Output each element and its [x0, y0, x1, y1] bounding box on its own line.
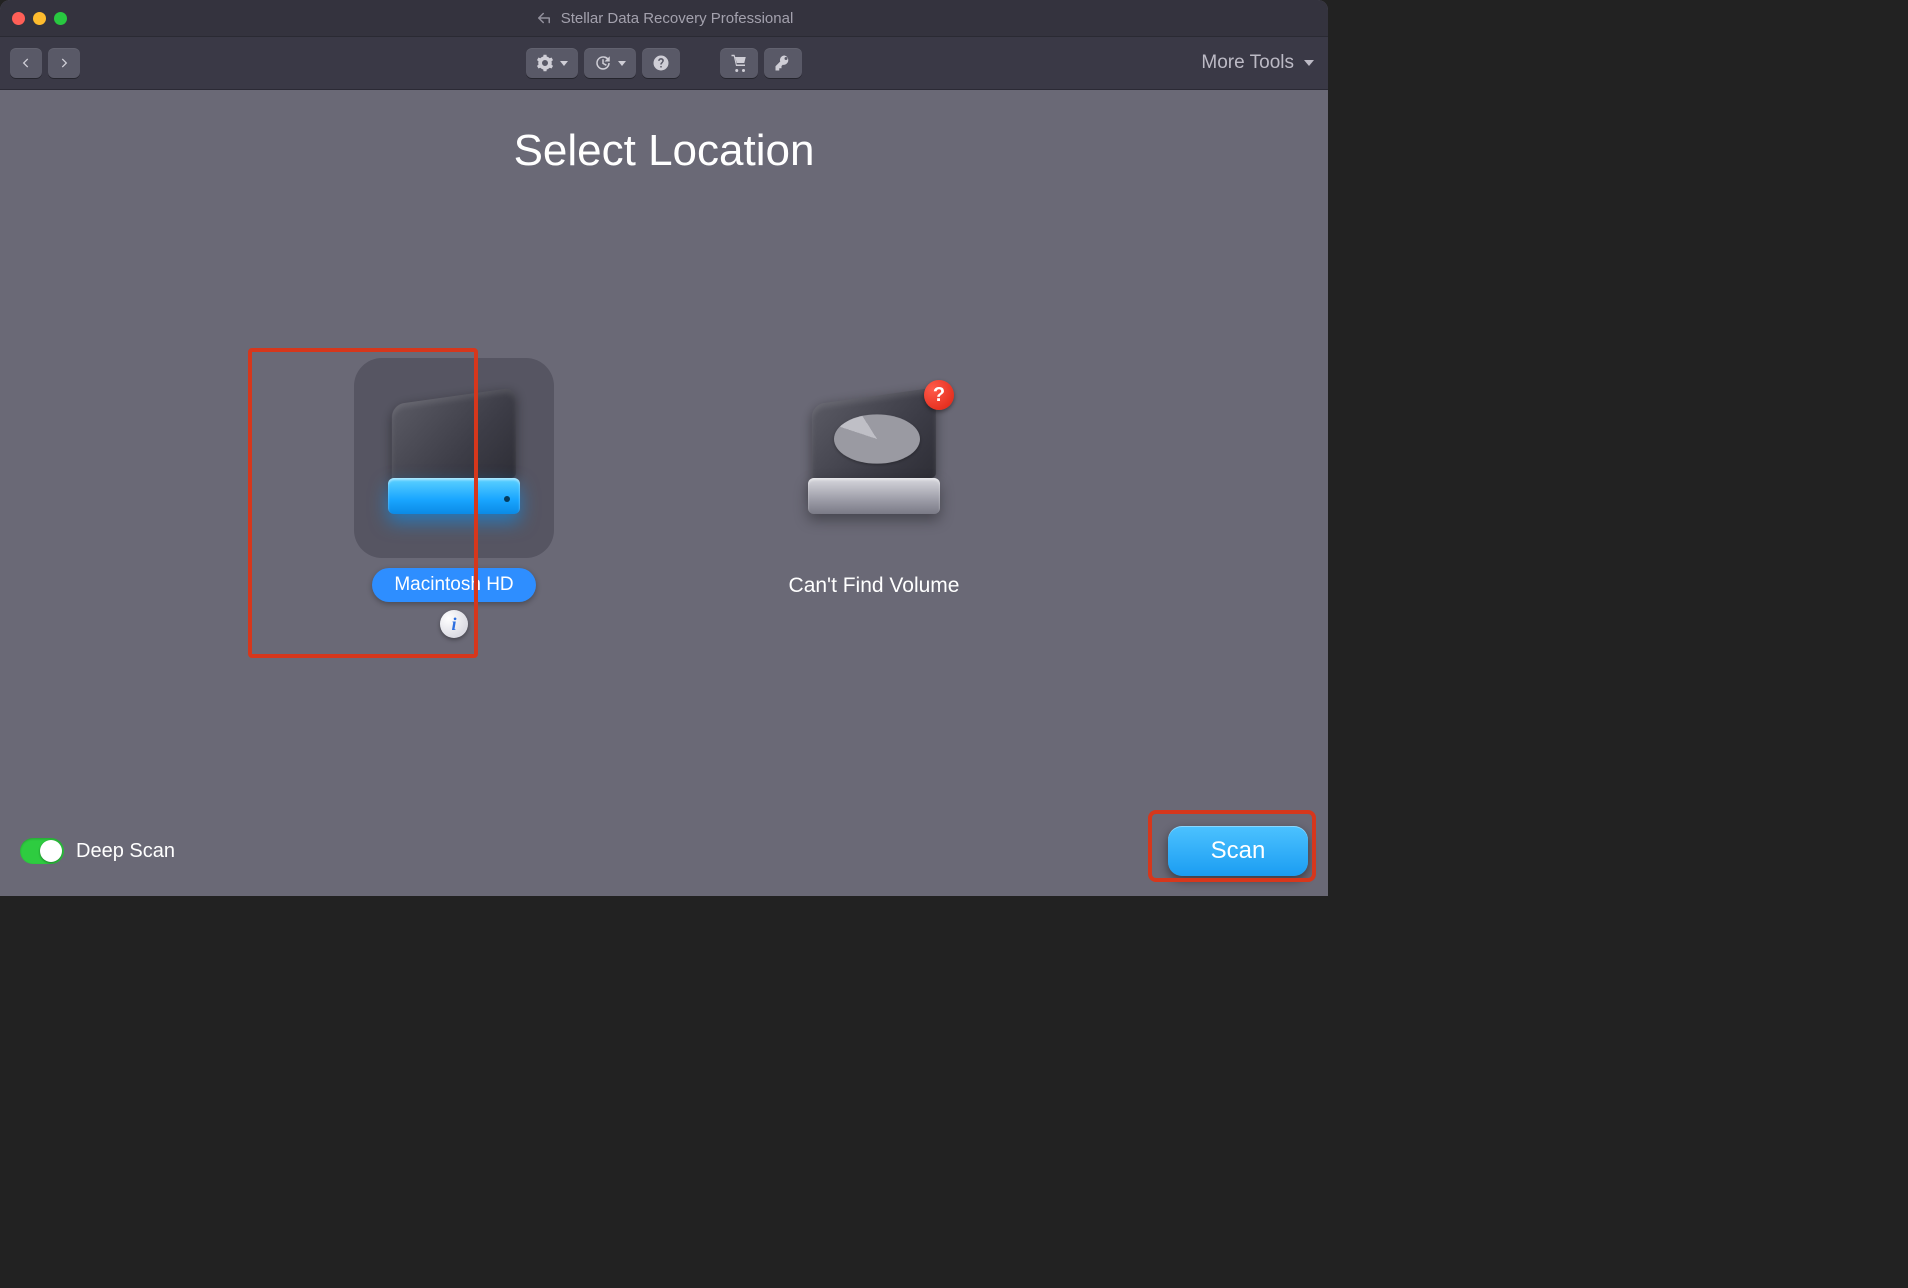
window-title: Stellar Data Recovery Professional — [0, 9, 1328, 27]
back-arrow-icon — [535, 9, 553, 27]
toolbar-right: More Tools — [1201, 52, 1314, 74]
cart-icon — [730, 54, 748, 72]
highlight-frame-drive — [248, 348, 478, 658]
question-badge-icon: ? — [924, 380, 954, 410]
dropdown-caret-icon — [618, 61, 626, 66]
close-window-button[interactable] — [12, 12, 25, 25]
history-icon — [594, 54, 612, 72]
settings-menu-button[interactable] — [526, 48, 578, 78]
window-title-text: Stellar Data Recovery Professional — [561, 10, 794, 27]
titlebar: Stellar Data Recovery Professional — [0, 0, 1328, 37]
dropdown-caret-icon — [560, 61, 568, 66]
toolbar-center — [526, 48, 802, 78]
drive-icon-box: ? — [774, 358, 974, 558]
activate-button[interactable] — [764, 48, 802, 78]
window-controls — [12, 12, 67, 25]
drive-cant-find-volume[interactable]: ? Can't Find Volume — [774, 358, 974, 638]
toggle-knob — [40, 840, 62, 862]
toolbar-group-settings — [526, 48, 680, 78]
help-icon — [652, 54, 670, 72]
unknown-drive-icon: ? — [794, 378, 954, 538]
chevron-left-icon — [19, 56, 33, 70]
page-title: Select Location — [0, 126, 1328, 176]
highlight-frame-scan — [1148, 810, 1316, 882]
maximize-window-button[interactable] — [54, 12, 67, 25]
more-tools-label: More Tools — [1201, 52, 1294, 74]
more-tools-menu[interactable]: More Tools — [1201, 52, 1314, 74]
nav-forward-button[interactable] — [48, 48, 80, 78]
toolbar: More Tools — [0, 37, 1328, 90]
nav-back-button[interactable] — [10, 48, 42, 78]
gear-icon — [536, 54, 554, 72]
key-icon — [774, 54, 792, 72]
app-window: Stellar Data Recovery Professional — [0, 0, 1328, 896]
dropdown-caret-icon — [1304, 60, 1314, 66]
minimize-window-button[interactable] — [33, 12, 46, 25]
deep-scan-row: Deep Scan — [20, 838, 175, 864]
deep-scan-label: Deep Scan — [76, 840, 175, 863]
buy-button[interactable] — [720, 48, 758, 78]
drive-list: Macintosh HD i ? Can't Find Volume — [0, 358, 1328, 638]
footer: Deep Scan Scan — [0, 826, 1328, 876]
nav-buttons — [10, 48, 80, 78]
chevron-right-icon — [57, 56, 71, 70]
history-menu-button[interactable] — [584, 48, 636, 78]
content: Select Location Macintosh HD i — [0, 88, 1328, 896]
drive-label: Can't Find Volume — [789, 574, 960, 598]
deep-scan-toggle[interactable] — [20, 838, 64, 864]
help-button[interactable] — [642, 48, 680, 78]
pie-chart-icon — [834, 414, 920, 463]
toolbar-group-purchase — [720, 48, 802, 78]
